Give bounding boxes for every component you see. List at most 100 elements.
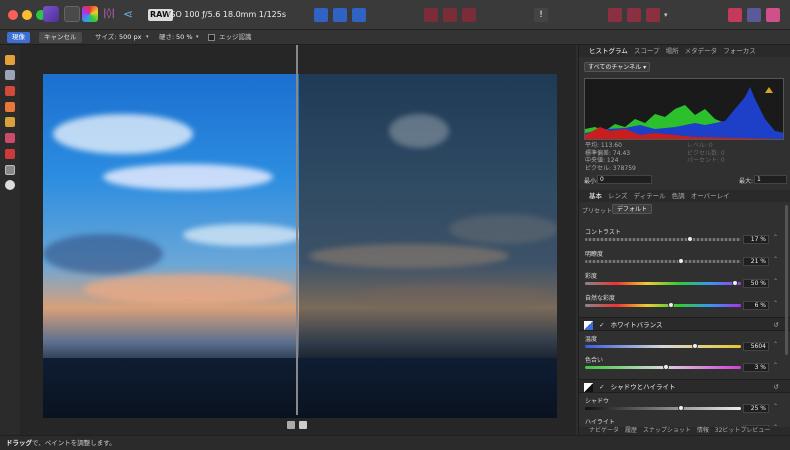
close-window-button[interactable] (8, 10, 18, 20)
slider-knob[interactable] (687, 236, 693, 242)
minimize-window-button[interactable] (22, 10, 32, 20)
share-icon[interactable]: ⋖ (120, 6, 136, 22)
size-dropdown-icon[interactable]: ▾ (146, 30, 149, 45)
slider-sliders_sh-1[interactable]: ハイライト⌃ (585, 417, 785, 434)
slider-knob[interactable] (732, 280, 738, 286)
chevron-down-icon[interactable]: ▾ (664, 8, 670, 22)
tab-history[interactable]: 履歴 (625, 427, 637, 435)
white-balance-picker-icon[interactable] (5, 180, 15, 190)
clipping-shadows-icon[interactable] (424, 8, 438, 22)
develop-persona-icon[interactable] (82, 6, 98, 22)
size-value[interactable]: 500 px (119, 30, 141, 45)
grid-icon[interactable] (608, 8, 622, 22)
tab-info[interactable]: 情報 (697, 427, 709, 435)
photo-persona-icon[interactable] (43, 6, 59, 22)
photo-before-after[interactable] (43, 74, 557, 418)
crop-icon[interactable] (5, 165, 15, 175)
overlay-erase-icon[interactable] (5, 133, 15, 143)
tab-histogram[interactable]: ヒストグラム (589, 45, 628, 57)
slider-value-field[interactable]: 3 % (743, 363, 769, 372)
slider-track[interactable] (585, 238, 741, 241)
tab-navigator[interactable]: ナビゲータ (589, 427, 619, 435)
tab-snapshots[interactable]: スナップショット (643, 427, 691, 435)
overlay-icon[interactable] (627, 8, 641, 22)
hardness-dropdown-icon[interactable]: ▾ (196, 30, 199, 45)
hardness-value[interactable]: 50 % (176, 30, 193, 45)
slider-track[interactable] (585, 304, 741, 307)
slider-sliders_wb-0[interactable]: 温度 5604 ⌃ (585, 334, 785, 351)
white-balance-check-icon[interactable]: ✓ (599, 321, 604, 329)
view-mirror-icon[interactable] (352, 8, 366, 22)
range-max-field[interactable]: 1 (754, 175, 787, 184)
tone-mapping-persona-icon[interactable]: |◊| (101, 6, 117, 22)
slider-knob[interactable] (678, 258, 684, 264)
slider-sliders_basic-3[interactable]: 自然な彩度 6 % ⌃ (585, 293, 785, 310)
tab-32bit-preview[interactable]: 32ビットプレビュー (715, 427, 771, 435)
slider-value-field[interactable]: 5604 (743, 342, 769, 351)
slider-knob[interactable] (667, 302, 674, 308)
slider-knob[interactable] (691, 343, 698, 349)
stepper-icon[interactable]: ⌃ (773, 234, 778, 241)
view-single-icon[interactable] (314, 8, 328, 22)
develop-apply-button[interactable]: 現像 (7, 32, 30, 43)
tab-tones[interactable]: 色調 (672, 190, 685, 202)
overlay-paint-icon[interactable] (5, 117, 15, 127)
tab-basic[interactable]: 基本 (589, 190, 602, 202)
tab-lens[interactable]: レンズ (608, 190, 627, 202)
stepper-icon[interactable]: ⌃ (773, 300, 778, 307)
slider-sliders_basic-0[interactable]: コントラスト 17 % ⌃ (585, 227, 785, 244)
blemish-icon[interactable] (5, 102, 15, 112)
white-balance-header[interactable]: ✓ ホワイトバランス ↺ (579, 317, 790, 331)
channel-select[interactable]: すべてのチャンネル ▾ (584, 62, 651, 72)
tab-detail[interactable]: ディテール (634, 190, 666, 202)
slider-sliders_basic-2[interactable]: 彩度 50 % ⌃ (585, 271, 785, 288)
stepper-icon[interactable]: ⌃ (773, 341, 778, 348)
tab-scope[interactable]: スコープ (634, 45, 660, 57)
split-right-icon[interactable] (299, 421, 307, 429)
liquify-persona-icon[interactable] (64, 6, 80, 22)
range-min-field[interactable]: 0 (597, 175, 652, 184)
reset-wb-icon[interactable]: ↺ (774, 318, 779, 332)
slider-track[interactable] (585, 260, 741, 263)
slider-value-field[interactable]: 50 % (743, 279, 769, 288)
tab-focus[interactable]: フォーカス (723, 45, 756, 57)
hand-icon[interactable] (5, 55, 15, 65)
edge-aware-checkbox[interactable] (208, 34, 215, 41)
canvas-area[interactable] (20, 45, 576, 439)
slider-value-field[interactable]: 17 % (743, 235, 769, 244)
clipping-highlights-icon[interactable] (443, 8, 457, 22)
color-picker-icon[interactable] (646, 8, 660, 22)
compare-icon[interactable] (747, 8, 761, 22)
slider-sliders_wb-1[interactable]: 色合い 3 % ⌃ (585, 355, 785, 372)
gradient-overlay-icon[interactable] (5, 149, 15, 159)
shadows-highlights-header[interactable]: ✓ シャドウとハイライト ↺ (579, 379, 790, 393)
slider-knob[interactable] (663, 364, 669, 370)
slider-sliders_basic-1[interactable]: 明瞭度 21 % ⌃ (585, 249, 785, 266)
zoom-icon[interactable] (5, 70, 15, 80)
stepper-icon[interactable]: ⌃ (773, 362, 778, 369)
tab-metadata[interactable]: メタデータ (685, 45, 718, 57)
split-view-handle[interactable] (296, 45, 298, 415)
slider-track[interactable] (585, 407, 741, 410)
slider-value-field[interactable]: 6 % (743, 301, 769, 310)
panel-scrollbar[interactable] (785, 205, 788, 355)
slider-value-field[interactable]: 21 % (743, 257, 769, 266)
split-left-icon[interactable] (287, 421, 295, 429)
shadows-highlights-check-icon[interactable]: ✓ (599, 383, 604, 391)
studio-icon[interactable] (766, 8, 780, 22)
stepper-icon[interactable]: ⌃ (773, 278, 778, 285)
slider-sliders_sh-0[interactable]: シャドウ 25 % ⌃ (585, 396, 785, 413)
red-eye-icon[interactable] (5, 86, 15, 96)
clipping-tones-icon[interactable] (462, 8, 476, 22)
slider-track[interactable] (585, 345, 741, 348)
before-after-icon[interactable] (728, 8, 742, 22)
reset-sh-icon[interactable]: ↺ (774, 380, 779, 394)
slider-knob[interactable] (678, 405, 684, 411)
tab-overlays[interactable]: オーバーレイ (691, 190, 730, 202)
view-split-icon[interactable] (333, 8, 347, 22)
slider-track[interactable] (585, 282, 741, 285)
cancel-button[interactable]: キャンセル (39, 32, 82, 43)
stepper-icon[interactable]: ⌃ (773, 403, 778, 410)
tab-location[interactable]: 場所 (666, 45, 679, 57)
stepper-icon[interactable]: ⌃ (773, 256, 778, 263)
